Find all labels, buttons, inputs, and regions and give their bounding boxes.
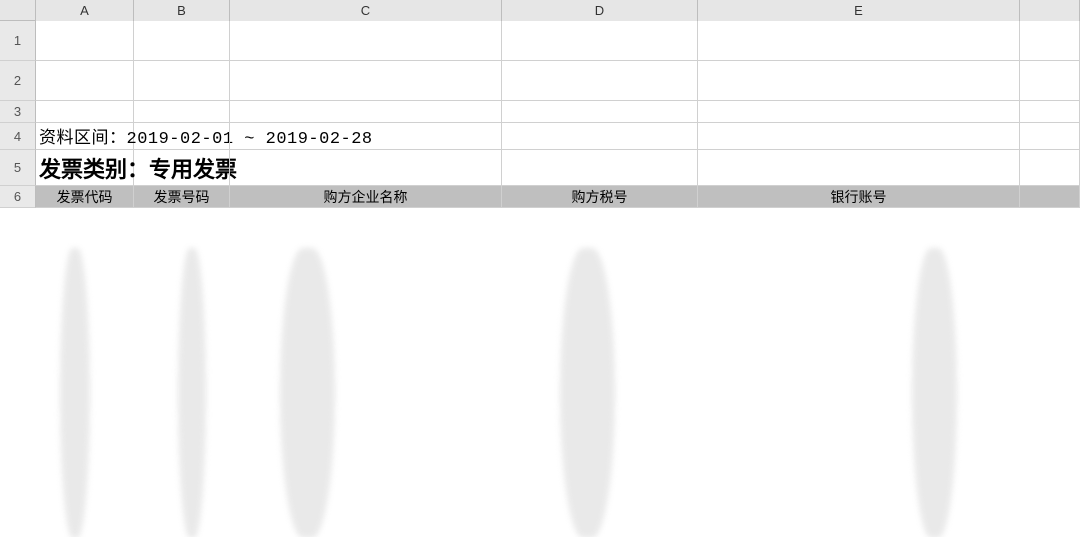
cell[interactable] (134, 21, 230, 61)
row-header[interactable]: 1 (0, 21, 36, 61)
cell[interactable] (698, 101, 1020, 123)
col-header-B[interactable]: B (134, 0, 230, 21)
col-header-C[interactable]: C (230, 0, 502, 21)
cell-date-range[interactable]: 资料区间：2019-02-01 ~ 2019-02-28 (36, 123, 134, 150)
cell[interactable] (1020, 21, 1080, 61)
cell[interactable] (134, 123, 230, 150)
grid-row: 4 资料区间：2019-02-01 ~ 2019-02-28 (0, 123, 1080, 150)
header-partial[interactable] (1020, 186, 1080, 208)
col-header-D[interactable]: D (502, 0, 698, 21)
cell[interactable] (698, 123, 1020, 150)
row-header[interactable]: 5 (0, 150, 36, 186)
header-invoice-code[interactable]: 发票代码 (36, 186, 134, 208)
cell[interactable] (230, 150, 502, 186)
cell[interactable] (134, 150, 230, 186)
table-header-row: 6 发票代码 发票号码 购方企业名称 购方税号 银行账号 (0, 186, 1080, 208)
cell[interactable] (502, 101, 698, 123)
cell[interactable] (698, 21, 1020, 61)
cell[interactable] (502, 150, 698, 186)
col-header-A[interactable]: A (36, 0, 134, 21)
cell[interactable] (698, 150, 1020, 186)
row-header[interactable]: 3 (0, 101, 36, 123)
spreadsheet[interactable]: A B C D E 1 2 3 (0, 0, 1080, 537)
cell[interactable] (502, 21, 698, 61)
header-invoice-number[interactable]: 发票号码 (134, 186, 230, 208)
cell[interactable] (230, 123, 502, 150)
cell[interactable] (230, 101, 502, 123)
cell[interactable] (230, 21, 502, 61)
grid-body: 1 2 3 4 (0, 21, 1080, 208)
cell[interactable] (36, 101, 134, 123)
cell[interactable] (134, 61, 230, 101)
header-buyer-tax-id[interactable]: 购方税号 (502, 186, 698, 208)
cell[interactable] (230, 61, 502, 101)
row-header[interactable]: 6 (0, 186, 36, 208)
cell[interactable] (1020, 150, 1080, 186)
cell[interactable] (36, 61, 134, 101)
col-header-E[interactable]: E (698, 0, 1020, 21)
cell[interactable] (502, 123, 698, 150)
cell-invoice-type[interactable]: 发票类别：专用发票 (36, 150, 134, 186)
grid-row: 2 (0, 61, 1080, 101)
grid-row: 5 发票类别：专用发票 (0, 150, 1080, 186)
header-bank-account[interactable]: 银行账号 (698, 186, 1020, 208)
cell[interactable] (1020, 123, 1080, 150)
cell[interactable] (36, 21, 134, 61)
grid-row: 1 (0, 21, 1080, 61)
header-buyer-name[interactable]: 购方企业名称 (230, 186, 502, 208)
grid-row: 3 (0, 101, 1080, 123)
cell[interactable] (134, 101, 230, 123)
row-header[interactable]: 2 (0, 61, 36, 101)
column-header-row: A B C D E (0, 0, 1080, 21)
cell[interactable] (1020, 61, 1080, 101)
col-header-F-partial[interactable] (1020, 0, 1080, 21)
cell[interactable] (698, 61, 1020, 101)
row-header[interactable]: 4 (0, 123, 36, 150)
cell[interactable] (1020, 101, 1080, 123)
select-all-corner[interactable] (0, 0, 36, 21)
cell[interactable] (502, 61, 698, 101)
